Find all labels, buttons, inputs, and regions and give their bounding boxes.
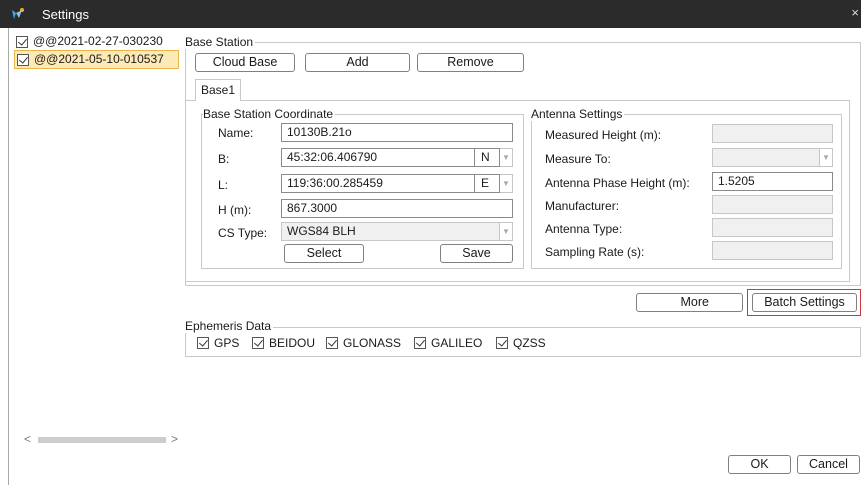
ephemeris-qzss-option[interactable]: QZSS [496,336,546,350]
remove-button[interactable]: Remove [417,53,524,72]
close-icon[interactable]: × [851,5,859,20]
manufacturer-field[interactable] [712,195,833,214]
ephemeris-group-label: Ephemeris Data [185,319,274,333]
ephemeris-option-label: GLONASS [343,336,402,350]
latitude-hemisphere-select[interactable]: N [474,148,500,167]
window-title: Settings [42,7,89,22]
ephemeris-option-label: BEIDOU [269,336,316,350]
measure-to-label: Measure To: [545,152,611,166]
ephemeris-option-label: GALILEO [431,336,483,350]
add-button[interactable]: Add [305,53,410,72]
scrollbar-thumb[interactable] [38,437,166,443]
ephemeris-gps-option[interactable]: GPS [197,336,239,350]
base-station-group-label: Base Station [185,35,256,49]
tree-horizontal-scrollbar[interactable]: < > [24,432,184,446]
b-label: B: [218,152,230,166]
sampling-rate-field[interactable] [712,241,833,260]
tree-item-label: @@2021-02-27-030230 [33,34,163,48]
coordinate-group-label: Base Station Coordinate [203,107,336,121]
chevron-down-icon[interactable]: ▼ [500,222,513,241]
chevron-down-icon[interactable]: ▼ [500,174,513,193]
antenna-type-label: Antenna Type: [545,222,623,236]
cancel-button[interactable]: Cancel [797,455,860,474]
ok-button[interactable]: OK [728,455,791,474]
h-label: H (m): [218,203,252,217]
chevron-down-icon[interactable]: ▼ [500,148,513,167]
checkbox-checked-icon[interactable] [496,337,508,349]
measured-height-label: Measured Height (m): [545,128,662,142]
checkbox-checked-icon[interactable] [252,337,264,349]
batch-settings-highlight [747,289,861,316]
measure-to-select[interactable] [712,148,820,167]
antenna-settings-group-label: Antenna Settings [531,107,625,121]
tree-item[interactable]: @@2021-02-27-030230 [14,33,179,50]
measured-height-field[interactable] [712,124,833,143]
manufacturer-label: Manufacturer: [545,199,620,213]
tree-item-selected[interactable]: @@2021-05-10-010537 [14,50,179,69]
ephemeris-beidou-option[interactable]: BEIDOU [252,336,315,350]
height-field[interactable]: 867.3000 [281,199,513,218]
cs-type-select[interactable]: WGS84 BLH [281,222,500,241]
antenna-type-field[interactable] [712,218,833,237]
checkbox-checked-icon[interactable] [17,53,29,66]
ephemeris-option-label: QZSS [513,336,546,350]
chevron-down-icon[interactable]: ▼ [820,148,833,167]
app-icon [12,8,24,19]
checkbox-checked-icon[interactable] [326,337,338,349]
name-field[interactable]: 10130B.21o [281,123,513,142]
latitude-field[interactable]: 45:32:06.406790 [281,148,475,167]
scroll-left-icon[interactable]: < [24,432,31,446]
station-tree: @@2021-02-27-030230 @@2021-05-10-010537 [14,33,179,69]
longitude-field[interactable]: 119:36:00.285459 [281,174,475,193]
checkbox-checked-icon[interactable] [16,35,28,48]
cloud-base-button[interactable]: Cloud Base [195,53,295,72]
cs-type-label: CS Type: [218,226,268,240]
select-button[interactable]: Select [284,244,364,263]
checkbox-checked-icon[interactable] [414,337,426,349]
tab-base1[interactable]: Base1 [195,79,241,101]
phase-height-field[interactable]: 1.5205 [712,172,833,191]
l-label: L: [218,178,229,192]
more-button[interactable]: More [636,293,743,312]
sampling-rate-label: Sampling Rate (s): [545,245,645,259]
phase-height-label: Antenna Phase Height (m): [545,176,690,190]
title-bar: Settings × [0,0,861,28]
ephemeris-galileo-option[interactable]: GALILEO [414,336,482,350]
save-button[interactable]: Save [440,244,513,263]
checkbox-checked-icon[interactable] [197,337,209,349]
ephemeris-option-label: GPS [214,336,240,350]
ephemeris-glonass-option[interactable]: GLONASS [326,336,401,350]
longitude-hemisphere-select[interactable]: E [474,174,500,193]
name-label: Name: [218,126,254,140]
tree-item-label: @@2021-05-10-010537 [34,52,164,66]
scroll-right-icon[interactable]: > [171,432,178,446]
